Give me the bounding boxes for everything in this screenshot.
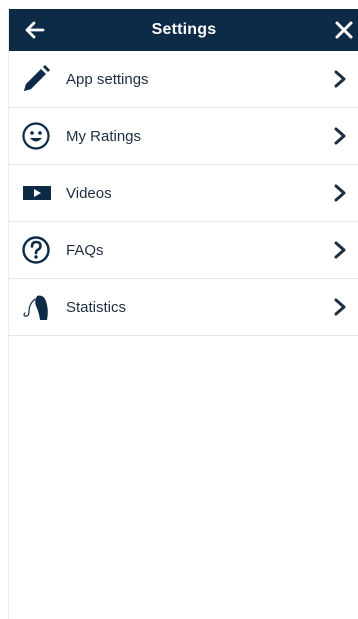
chevron-right-icon xyxy=(333,70,347,88)
chevron-right-icon xyxy=(333,184,347,202)
settings-screen: Settings App settings My Ratings Videos … xyxy=(8,9,358,619)
pencil-icon xyxy=(21,64,53,94)
question-icon xyxy=(21,235,53,265)
menu-item-label: App settings xyxy=(66,71,149,88)
chevron-right-icon xyxy=(333,241,347,259)
chevron-right-icon xyxy=(333,298,347,316)
video-play-icon xyxy=(21,178,53,208)
close-button[interactable] xyxy=(333,19,355,41)
chevron-right-icon xyxy=(333,127,347,145)
menu-item-label: Videos xyxy=(66,185,112,202)
menu-item-label: FAQs xyxy=(66,242,104,259)
close-icon xyxy=(335,21,353,39)
menu-item-my-ratings[interactable]: My Ratings xyxy=(9,108,358,165)
menu-item-label: Statistics xyxy=(66,299,127,316)
settings-menu: App settings My Ratings Videos FAQs Stat… xyxy=(9,51,358,336)
menu-item-app-settings[interactable]: App settings xyxy=(9,51,358,108)
hearing-aid-icon xyxy=(21,292,53,322)
menu-item-statistics[interactable]: Statistics xyxy=(9,279,358,336)
menu-item-videos[interactable]: Videos xyxy=(9,165,358,222)
header-bar: Settings xyxy=(9,9,358,51)
menu-item-faqs[interactable]: FAQs xyxy=(9,222,358,279)
menu-item-label: My Ratings xyxy=(66,128,142,145)
page-title: Settings xyxy=(151,21,217,38)
smiley-icon xyxy=(21,121,53,151)
